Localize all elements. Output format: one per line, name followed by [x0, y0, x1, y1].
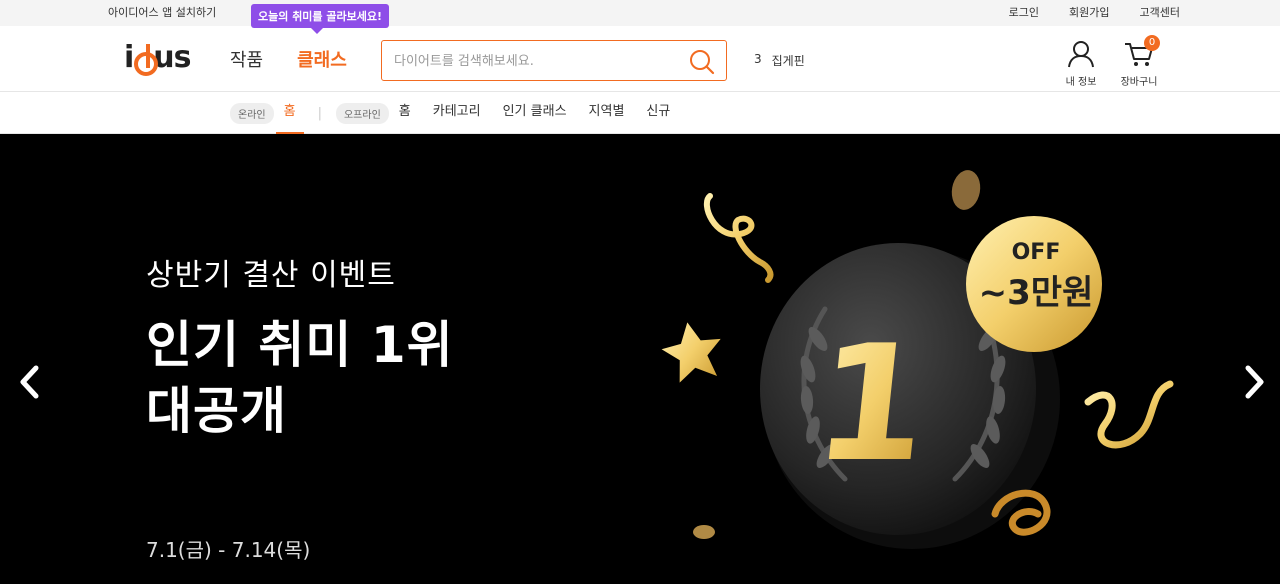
banner-period: 7.1(금) - 7.14(목) — [146, 538, 311, 562]
user-icon — [1068, 41, 1094, 68]
promo-banner[interactable]: 상반기 결산 이벤트 인기 취미 1위 대공개 7.1(금) - 7.14(목) — [0, 134, 1280, 584]
banner-title-line1: 인기 취미 1위 — [146, 316, 454, 374]
search-icon[interactable] — [688, 48, 716, 76]
idus-logo[interactable]: i us — [124, 40, 198, 76]
online-home-tab[interactable]: 홈 — [275, 92, 304, 134]
search-input[interactable] — [394, 50, 674, 72]
badge-off-text: OFF — [1012, 240, 1061, 265]
keyword-label: 집게핀 — [771, 54, 805, 68]
offline-pill: 오프라인 — [335, 102, 389, 124]
tab-works[interactable]: 작품 — [230, 46, 263, 72]
banner-title-line2: 대공개 — [146, 382, 287, 440]
main-header: ius 오늘의 취미를 골라보세요! 작품 클래스 3 집게핀 내 정보 0 장… — [0, 4, 1280, 92]
hobby-tooltip: 오늘의 취미를 골라보세요! — [251, 4, 389, 34]
banner-subtitle: 상반기 결산 이벤트 — [146, 258, 396, 293]
app-install-link[interactable]: 아이디어스 앱 설치하기 — [108, 4, 216, 20]
popular-class-tab[interactable]: 인기 클래스 — [503, 92, 567, 134]
cart-count-badge: 0 — [1144, 35, 1160, 51]
subnav-divider: | — [317, 105, 322, 121]
customer-center-link[interactable]: 고객센터 — [1140, 4, 1180, 20]
prev-slide-button[interactable] — [16, 364, 44, 400]
account-links: 로그인 회원가입 고객센터 — [1009, 4, 1180, 20]
new-tab[interactable]: 신규 — [646, 92, 670, 134]
cart-button[interactable]: 0 장바구니 — [1118, 35, 1160, 88]
keyword-rank: 3 — [754, 52, 762, 66]
category-tab[interactable]: 카테고리 — [433, 92, 481, 134]
banner-title: 인기 취미 1위 대공개 — [146, 312, 454, 444]
top-utility-bar: 아이디어스 앱 설치하기 로그인 회원가입 고객센터 — [0, 0, 1280, 26]
next-slide-button[interactable] — [1240, 364, 1268, 400]
medal-number: 1 — [806, 310, 937, 496]
my-info-button[interactable]: 내 정보 — [1064, 40, 1098, 88]
medal-illustration: 1 OFF ~3만원 — [661, 170, 1174, 549]
tab-classes[interactable]: 클래스 — [297, 46, 347, 72]
offline-home-tab[interactable]: 홈 — [399, 92, 411, 134]
badge-amount-text: ~3만원 — [979, 273, 1094, 313]
trending-keyword[interactable]: 3 집게핀 — [754, 52, 805, 69]
cart-label: 장바구니 — [1120, 77, 1158, 88]
online-pill: 온라인 — [230, 102, 274, 124]
login-link[interactable]: 로그인 — [1009, 4, 1039, 20]
by-region-tab[interactable]: 지역별 — [589, 92, 625, 134]
online-group: 온라인 홈 | 오프라인 홈 카테고리 인기 클래스 지역별 신규 — [230, 92, 692, 134]
search-box — [381, 40, 727, 81]
sub-navigation: 온라인 홈 | 오프라인 홈 카테고리 인기 클래스 지역별 신규 — [0, 92, 1280, 134]
my-info-label: 내 정보 — [1065, 77, 1097, 88]
main-tabs: 작품 클래스 — [230, 46, 347, 72]
signup-link[interactable]: 회원가입 — [1069, 4, 1109, 20]
